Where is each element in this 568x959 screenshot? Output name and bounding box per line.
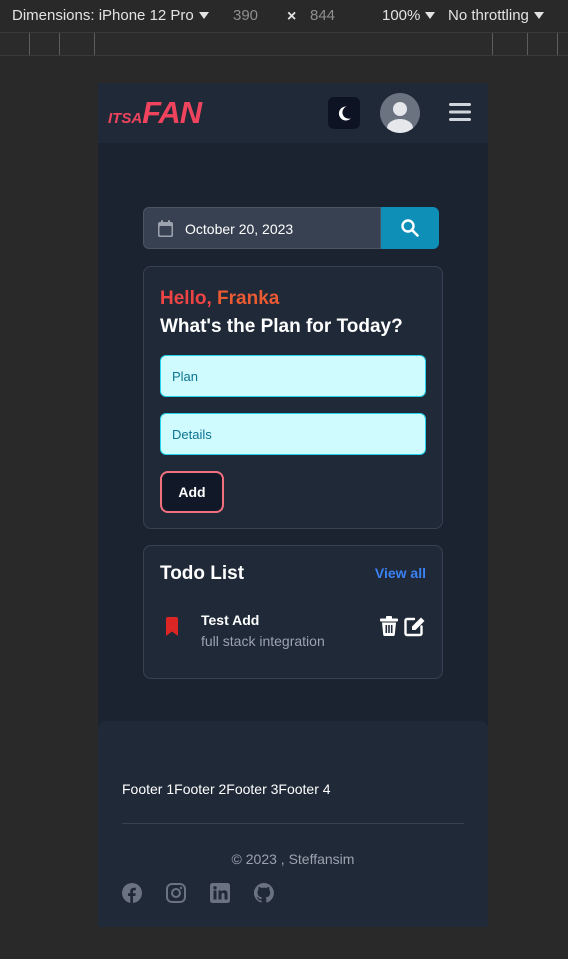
media-query-ruler[interactable] [0, 32, 568, 56]
throttling-label: No throttling [448, 7, 529, 24]
footer-link-4[interactable]: Footer 4 [278, 781, 330, 797]
todo-item-title: Test Add [201, 612, 260, 628]
greeting-hello: Hello, [160, 288, 212, 309]
chevron-down-icon [533, 12, 544, 19]
todo-heading: Todo List [160, 563, 245, 584]
throttling-select[interactable]: No throttling [448, 7, 544, 24]
dimension-swap-icon: × [287, 8, 297, 25]
add-button[interactable]: Add [160, 471, 224, 513]
details-input[interactable] [160, 413, 426, 455]
date-picker[interactable]: October 20, 2023 [143, 207, 381, 249]
logo-small-text: ITSA [108, 110, 143, 127]
menu-button[interactable] [449, 102, 471, 122]
footer: Footer 1Footer 2Footer 3Footer 4 © 2023 … [98, 721, 488, 927]
search-button[interactable] [381, 207, 439, 249]
footer-link-1[interactable]: Footer 1 [122, 781, 174, 797]
devtools-device-toolbar: Dimensions: iPhone 12 Pro 390 × 844 100%… [0, 0, 568, 32]
hamburger-icon [449, 103, 471, 121]
todo-item-subtitle: full stack integration [201, 633, 325, 649]
device-dimensions-select[interactable]: Dimensions: iPhone 12 Pro [12, 7, 209, 24]
device-width-input[interactable]: 390 [233, 7, 258, 24]
linkedin-icon[interactable] [210, 883, 230, 903]
plan-card: Hello, Franka What's the Plan for Today?… [143, 266, 443, 529]
trash-icon[interactable] [380, 616, 398, 636]
plan-heading: What's the Plan for Today? [160, 316, 403, 337]
instagram-icon[interactable] [166, 883, 186, 903]
moon-icon [338, 106, 351, 121]
zoom-label: 100% [382, 7, 421, 24]
social-links [122, 883, 298, 903]
view-all-link[interactable]: View all [375, 565, 426, 581]
todo-card: Todo List View all Test Add full stack i… [143, 545, 443, 679]
ruler-tick [29, 33, 30, 55]
navbar: ITSAFAN [98, 83, 488, 143]
ruler-tick [59, 33, 60, 55]
logo-big-text: FAN [142, 95, 202, 130]
brand-logo[interactable]: ITSAFAN [108, 95, 202, 130]
bookmark-icon[interactable] [165, 617, 179, 636]
greeting: Hello, Franka [160, 288, 279, 310]
footer-link-2[interactable]: Footer 2 [174, 781, 226, 797]
date-value: October 20, 2023 [185, 221, 294, 237]
facebook-icon[interactable] [122, 883, 142, 903]
copyright-text: © 2023 , Steffansim [231, 851, 355, 867]
user-icon [380, 93, 420, 133]
github-icon[interactable] [254, 883, 274, 903]
greeting-name: Franka [217, 288, 280, 309]
search-icon [401, 219, 419, 237]
footer-divider [122, 823, 464, 824]
device-height-input[interactable]: 844 [310, 7, 335, 24]
ruler-tick [557, 33, 558, 55]
device-viewport: ITSAFAN October 20, 2023 Hello, Franka W… [98, 83, 488, 927]
ruler-tick [527, 33, 528, 55]
edit-icon[interactable] [404, 616, 426, 637]
footer-link-3[interactable]: Footer 3 [226, 781, 278, 797]
chevron-down-icon [198, 12, 209, 19]
zoom-select[interactable]: 100% [382, 7, 436, 24]
chevron-down-icon [425, 12, 436, 19]
calendar-icon [158, 220, 173, 237]
footer-links: Footer 1Footer 2Footer 3Footer 4 [122, 781, 331, 797]
ruler-tick [492, 33, 493, 55]
ruler-tick [94, 33, 95, 55]
user-avatar[interactable] [380, 93, 420, 133]
dark-mode-toggle[interactable] [328, 97, 360, 129]
device-dimensions-label: Dimensions: iPhone 12 Pro [12, 7, 194, 24]
plan-input[interactable] [160, 355, 426, 397]
date-search-bar: October 20, 2023 [143, 207, 439, 249]
